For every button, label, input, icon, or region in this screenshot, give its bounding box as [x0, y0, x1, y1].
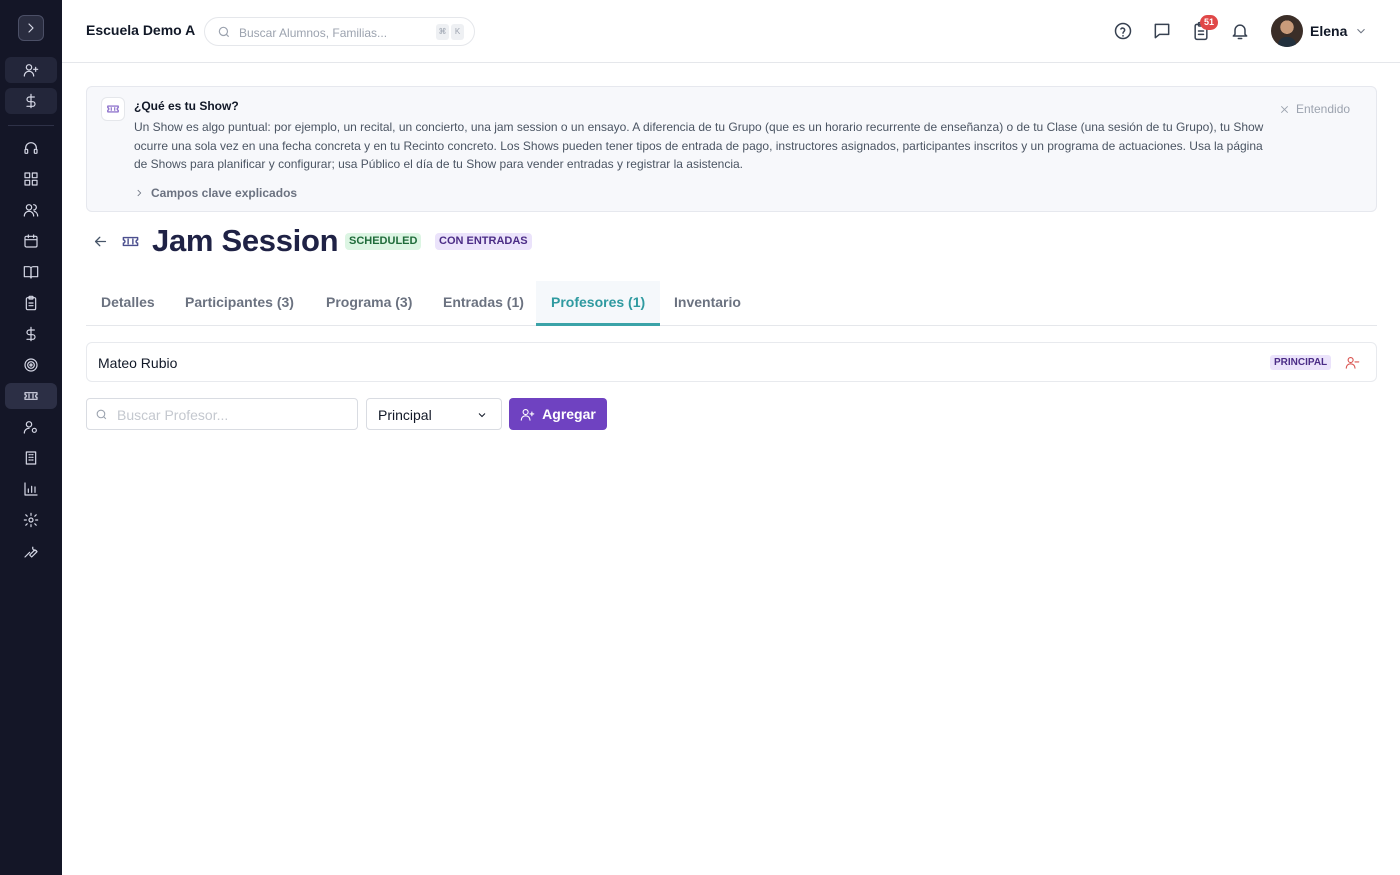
bell-icon [1232, 24, 1248, 40]
status-badge: SCHEDULED [345, 233, 422, 250]
ticket-icon [107, 105, 119, 113]
clipboard-icon [25, 295, 37, 311]
dollar-icon [26, 93, 36, 109]
help-icon [1114, 22, 1132, 40]
tab-details[interactable]: Detalles [86, 281, 170, 326]
sidebar-item-staff[interactable] [5, 414, 57, 440]
gear-icon [23, 512, 39, 528]
dollar-icon [26, 326, 36, 342]
teacher-role-select-value: Principal [378, 407, 432, 423]
message-icon [1154, 23, 1170, 39]
dashboard-icon [24, 172, 38, 186]
sidebar-item-support[interactable] [5, 135, 57, 161]
avatar[interactable] [1271, 15, 1303, 47]
banner-title: ¿Qué es tu Show? [134, 99, 239, 113]
banner-dismiss-button[interactable]: Entendido [1279, 102, 1350, 116]
arrow-left-icon [94, 236, 107, 247]
tab-tickets[interactable]: Entradas (1) [428, 281, 539, 326]
add-user-icon [520, 408, 535, 421]
chevron-right-icon [137, 189, 142, 197]
page-title: Jam Session [152, 223, 339, 258]
show-info-banner: ¿Qué es tu Show? Un Show es algo puntual… [86, 86, 1377, 212]
user-menu-toggle[interactable] [1354, 24, 1368, 38]
teacher-name: Mateo Rubio [98, 355, 178, 371]
sidebar-item-dashboard[interactable] [5, 166, 57, 192]
ticket-icon [122, 236, 139, 247]
messages-button[interactable] [1152, 21, 1172, 41]
sidebar [0, 0, 62, 875]
banner-expand-label: Campos clave explicados [151, 186, 298, 200]
search-icon [96, 409, 107, 420]
sidebar-toggle-button[interactable] [18, 15, 44, 41]
sidebar-item-billing[interactable] [5, 321, 57, 347]
sidebar-item-students[interactable] [5, 197, 57, 223]
close-icon [1280, 105, 1289, 113]
chevron-down-icon [478, 413, 486, 418]
chevron-down-icon [1357, 28, 1365, 34]
tab-inventory[interactable]: Inventario [659, 281, 756, 326]
teacher-role-badge: PRINCIPAL [1270, 355, 1332, 370]
shortcut-key-k: K [451, 24, 464, 40]
add-teacher-button[interactable]: Agregar [509, 398, 607, 430]
tab-program[interactable]: Programa (3) [311, 281, 427, 326]
sidebar-item-tools[interactable] [5, 538, 57, 564]
sidebar-item-settings[interactable] [5, 507, 57, 533]
target-icon [24, 358, 38, 372]
sidebar-item-goals[interactable] [5, 352, 57, 378]
teacher-search-input[interactable] [117, 405, 347, 425]
shortcut-key-cmd: ⌘ [436, 24, 449, 40]
add-user-icon [23, 64, 39, 77]
top-bar: Escuela Demo A Buscar Alumnos, Familias.… [62, 0, 1400, 63]
show-ticket-icon [121, 232, 140, 251]
help-button[interactable] [1113, 21, 1133, 41]
sidebar-item-venues[interactable] [5, 445, 57, 471]
calendar-icon [24, 234, 38, 248]
tab-participants[interactable]: Participantes (3) [170, 281, 309, 326]
tickets-badge: CON ENTRADAS [435, 233, 532, 250]
chevron-right-icon [28, 23, 34, 33]
ticket-icon [24, 392, 38, 400]
back-button[interactable] [92, 233, 109, 250]
sidebar-divider [8, 125, 54, 126]
remove-teacher-button[interactable] [1345, 355, 1360, 370]
building-icon [25, 451, 37, 465]
banner-ticket-icon-box [101, 97, 125, 121]
add-teacher-label: Agregar [542, 406, 596, 422]
wrench-icon [24, 546, 38, 558]
users-icon [23, 204, 39, 217]
remove-user-icon [1345, 356, 1360, 369]
notifications-button[interactable] [1230, 21, 1250, 41]
list-item: Mateo Rubio PRINCIPAL [86, 342, 1377, 382]
sidebar-item-add-student[interactable] [5, 57, 57, 83]
headset-icon [24, 142, 38, 154]
sidebar-item-tasks[interactable] [5, 290, 57, 316]
global-search-placeholder: Buscar Alumnos, Familias... [239, 26, 388, 40]
sidebar-item-calendar[interactable] [5, 228, 57, 254]
chart-icon [24, 482, 38, 496]
tab-teachers[interactable]: Profesores (1) [536, 281, 661, 326]
user-settings-icon [23, 421, 37, 434]
user-name[interactable]: Elena [1310, 23, 1347, 39]
sidebar-item-payment[interactable] [5, 88, 57, 114]
teacher-search-field [86, 398, 358, 430]
banner-text: Un Show es algo puntual: por ejemplo, un… [134, 120, 1264, 171]
banner-expand-toggle[interactable]: Campos clave explicados [134, 186, 297, 200]
school-name: Escuela Demo A [86, 22, 196, 38]
search-icon [218, 26, 230, 38]
sidebar-item-shows[interactable] [5, 383, 57, 409]
global-search-input[interactable]: Buscar Alumnos, Familias... ⌘ K [204, 17, 475, 46]
sidebar-item-reports[interactable] [5, 476, 57, 502]
show-tabs: Detalles Participantes (3) Programa (3) … [86, 281, 1377, 326]
teacher-role-select[interactable]: Principal [366, 398, 502, 430]
sidebar-item-courses[interactable] [5, 259, 57, 285]
tasks-count-badge: 51 [1200, 15, 1219, 30]
banner-dismiss-label: Entendido [1296, 102, 1351, 116]
book-icon [23, 266, 39, 279]
